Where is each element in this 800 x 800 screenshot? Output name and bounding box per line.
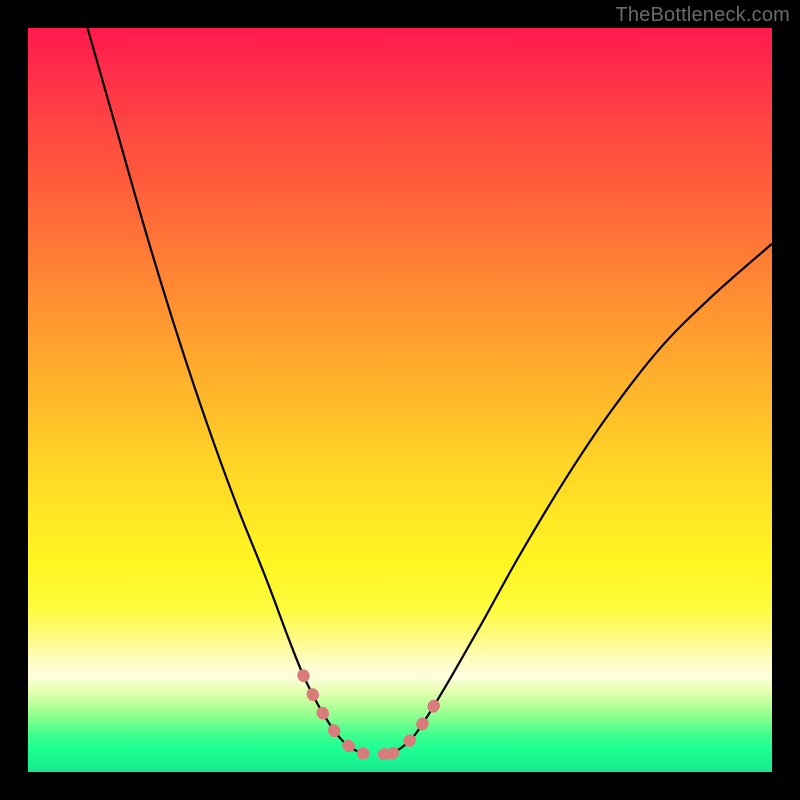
- right-curve-line: [393, 244, 772, 754]
- plot-area: [28, 28, 772, 772]
- highlight-right-marker: [393, 694, 441, 754]
- curve-layer: [28, 28, 772, 772]
- highlight-left-marker: [303, 675, 363, 753]
- watermark-text: TheBottleneck.com: [615, 4, 790, 27]
- left-curve-line: [88, 28, 363, 753]
- chart-frame: TheBottleneck.com: [0, 0, 800, 800]
